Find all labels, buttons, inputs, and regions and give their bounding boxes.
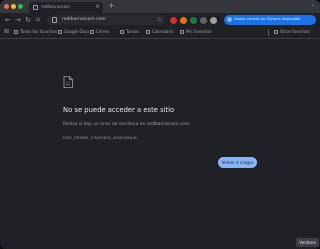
back-arrow-icon[interactable]: ←	[5, 15, 11, 25]
bookmark-label: Otros favoritos	[280, 29, 310, 34]
bookmark-item[interactable]: Mis favoritos	[180, 29, 211, 34]
update-icon	[227, 17, 232, 22]
bookmark-folder-icon	[14, 30, 18, 34]
bookmarks-divider	[268, 29, 269, 36]
extension-green-icon[interactable]	[190, 17, 197, 24]
other-bookmarks[interactable]: Otros favoritos	[274, 29, 310, 34]
bookmark-label: Google Docs	[64, 29, 90, 34]
bookmark-item[interactable]: Calendario	[146, 29, 174, 34]
bookmark-item[interactable]: Tareas	[120, 29, 139, 34]
status-badge: Ventana	[296, 238, 319, 247]
forward-arrow-icon[interactable]: →	[15, 15, 21, 25]
close-window-button[interactable]	[4, 4, 9, 9]
extension-red-icon[interactable]	[170, 17, 177, 24]
error-description: Revisa si hay un error de escritura en r…	[63, 122, 191, 127]
bookmark-item[interactable]: Correo	[90, 29, 109, 34]
bookmark-label: Mis favoritos	[186, 29, 212, 34]
tab-favicon-icon	[33, 5, 38, 10]
reload-button[interactable]: Volver a cargar	[218, 157, 257, 168]
bookmark-item[interactable]: Google Docs	[58, 29, 89, 34]
bookmark-folder-icon	[58, 30, 62, 34]
update-banner-text: Nueva versión de Chrome disponible	[234, 17, 301, 21]
bookmark-item[interactable]: Todos los favoritos	[14, 29, 57, 34]
extension-orange-icon[interactable]	[180, 17, 187, 24]
error-code: DNS_PROBE_FINISHED_NXDOMAIN	[63, 135, 137, 140]
bookmarks-bar: ⊞ Todos los favoritos Google Docs Correo…	[0, 27, 320, 39]
address-bar[interactable]: redlbarrascom.com ☆	[47, 15, 165, 25]
bookmark-folder-icon	[90, 30, 94, 34]
bookmark-label: Calendario	[152, 29, 174, 34]
address-bar-url: redlbarrascom.com	[62, 17, 106, 22]
error-title: No se puede acceder a este sitio	[63, 106, 175, 114]
page-content: No se puede acceder a este sitio Revisa …	[0, 39, 320, 249]
tab-search-chevron-icon[interactable]: ⌄	[311, 2, 315, 8]
extension-gray-icon[interactable]	[200, 17, 207, 24]
bookmark-label: Tareas	[126, 29, 139, 34]
tab-title: redlbarrascom	[41, 4, 70, 9]
new-tab-button[interactable]: +	[108, 1, 115, 11]
sad-page-icon	[63, 76, 73, 88]
bookmark-star-icon[interactable]: ☆	[157, 16, 162, 23]
home-icon[interactable]: ⌂	[36, 15, 40, 25]
reload-icon[interactable]: ↻	[25, 15, 31, 25]
bookmark-label: Correo	[96, 29, 110, 34]
tab-active[interactable]: redlbarrascom ×	[29, 2, 103, 13]
bookmark-folder-icon	[180, 30, 184, 34]
browser-window: redlbarrascom × + ⌄ ← → ↻ ⌂ redlbarrasco…	[0, 0, 320, 249]
apps-grid-icon[interactable]: ⊞	[4, 27, 9, 37]
bookmark-label: Todos los favoritos	[20, 29, 57, 34]
tab-close-icon[interactable]: ×	[95, 3, 100, 11]
bookmark-folder-icon	[146, 30, 150, 34]
maximize-window-button[interactable]	[18, 4, 23, 9]
site-info-icon[interactable]	[52, 17, 57, 23]
minimize-window-button[interactable]	[11, 4, 16, 9]
update-banner[interactable]: Nueva versión de Chrome disponible	[224, 15, 316, 25]
toolbar: ← → ↻ ⌂ redlbarrascom.com ☆ Nueva versió…	[0, 13, 320, 27]
extensions-puzzle-icon[interactable]	[210, 17, 217, 24]
bookmark-folder-icon	[120, 30, 124, 34]
tab-strip: redlbarrascom × + ⌄	[0, 0, 320, 13]
bookmark-folder-icon	[274, 30, 278, 34]
